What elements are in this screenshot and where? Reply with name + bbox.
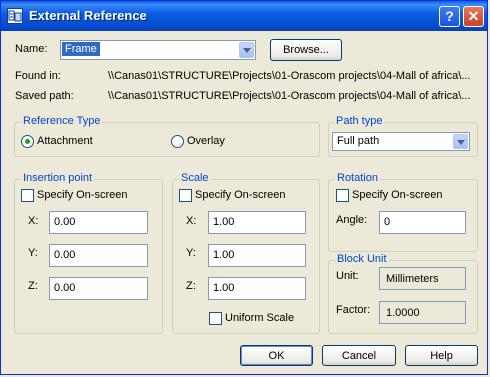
help-title-button[interactable]: ?	[439, 6, 460, 27]
chevron-down-icon[interactable]	[239, 42, 254, 58]
chevron-down-icon[interactable]	[453, 134, 468, 149]
rotation-specify-checkbox[interactable]	[336, 189, 349, 202]
overlay-label[interactable]: Overlay	[187, 135, 225, 147]
attachment-radio[interactable]	[21, 135, 34, 148]
insertion-y-input[interactable]: 0.00	[49, 244, 148, 267]
insertion-x-input[interactable]: 0.00	[49, 211, 148, 234]
rotation-specify-label[interactable]: Specify On-screen	[352, 189, 442, 201]
path-type-combobox[interactable]: Full path	[332, 132, 470, 151]
uniform-scale-checkbox[interactable]	[209, 312, 222, 325]
name-combobox[interactable]: Frame	[60, 40, 256, 60]
name-label: Name:	[15, 43, 48, 55]
scale-x-label: X:	[186, 215, 197, 227]
scale-y-input[interactable]: 1.00	[208, 244, 306, 267]
scale-specify-checkbox[interactable]	[179, 189, 192, 202]
insertion-specify-checkbox[interactable]	[21, 189, 34, 202]
uniform-scale-label[interactable]: Uniform Scale	[225, 312, 294, 324]
scale-x-input[interactable]: 1.00	[208, 211, 306, 234]
angle-label: Angle:	[336, 214, 368, 226]
cancel-button[interactable]: Cancel	[322, 345, 396, 366]
insertion-point-title: Insertion point	[21, 172, 95, 184]
window-title: External Reference	[29, 8, 147, 23]
reference-type-title: Reference Type	[21, 115, 103, 127]
unit-value: Millimeters	[379, 267, 466, 290]
insertion-x-label: X:	[28, 215, 39, 227]
scale-z-label: Z:	[186, 280, 196, 292]
angle-input[interactable]: 0	[379, 211, 466, 234]
insertion-y-label: Y:	[28, 247, 38, 259]
ok-button[interactable]: OK	[240, 345, 313, 366]
found-in-path: \\Canas01\STRUCTURE\Projects\01-Orascom …	[108, 70, 471, 82]
title-bar[interactable]: External Reference ? ✕	[1, 1, 487, 31]
saved-path-value: \\Canas01\STRUCTURE\Projects\01-Orascom …	[108, 90, 471, 102]
scale-title: Scale	[179, 172, 211, 184]
scale-specify-label[interactable]: Specify On-screen	[195, 189, 285, 201]
browse-button[interactable]: Browse...	[270, 39, 342, 61]
path-type-title: Path type	[334, 115, 385, 127]
scale-z-input[interactable]: 1.00	[208, 277, 306, 300]
close-icon[interactable]: ✕	[463, 6, 484, 27]
insertion-z-input[interactable]: 0.00	[49, 277, 148, 300]
scale-y-label: Y:	[186, 247, 196, 259]
help-button[interactable]: Help	[405, 345, 478, 366]
path-type-value: Full path	[337, 135, 380, 147]
insertion-specify-label[interactable]: Specify On-screen	[37, 189, 127, 201]
block-unit-title: Block Unit	[335, 253, 389, 265]
xref-app-icon	[7, 8, 23, 24]
factor-value: 1.0000	[379, 301, 466, 324]
rotation-title: Rotation	[335, 172, 380, 184]
external-reference-dialog: External Reference ? ✕ Name: Frame Brows…	[0, 0, 488, 375]
found-in-label: Found in:	[15, 70, 61, 82]
attachment-label[interactable]: Attachment	[37, 135, 93, 147]
saved-path-label: Saved path:	[15, 90, 74, 102]
overlay-radio[interactable]	[171, 135, 184, 148]
factor-label: Factor:	[336, 304, 371, 316]
name-value: Frame	[62, 42, 100, 56]
insertion-z-label: Z:	[28, 280, 38, 292]
unit-label: Unit:	[336, 270, 359, 282]
